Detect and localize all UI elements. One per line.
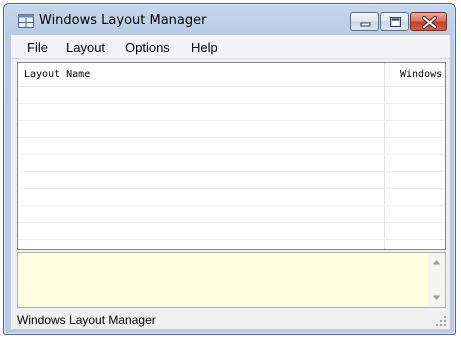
empty-row xyxy=(18,172,445,189)
title-bar[interactable]: Windows Layout Manager xyxy=(4,4,455,34)
scroll-down-arrow-icon[interactable] xyxy=(432,295,441,301)
scroll-up-arrow-icon[interactable] xyxy=(432,259,441,265)
close-icon xyxy=(422,16,437,29)
menu-options[interactable]: Options xyxy=(125,40,170,55)
menu-layout[interactable]: Layout xyxy=(66,40,105,55)
menu-help[interactable]: Help xyxy=(191,40,218,55)
empty-row xyxy=(18,155,445,172)
status-bar: Windows Layout Manager xyxy=(11,310,450,329)
maximize-button[interactable] xyxy=(380,12,409,31)
minimize-icon xyxy=(360,22,371,27)
list-header: Layout Name Windows xyxy=(18,63,445,87)
empty-row xyxy=(18,87,445,104)
close-button[interactable] xyxy=(410,12,447,31)
empty-row xyxy=(18,223,445,240)
app-window: Windows Layout Manager File Layout Optio… xyxy=(3,3,456,335)
empty-row xyxy=(18,138,445,155)
layout-list[interactable]: Layout Name Windows xyxy=(17,62,446,250)
window-title: Windows Layout Manager xyxy=(39,13,207,28)
empty-row xyxy=(18,104,445,121)
info-vertical-scrollbar[interactable] xyxy=(428,253,445,307)
maximize-icon xyxy=(390,17,401,27)
empty-row xyxy=(18,121,445,138)
menu-bar: File Layout Options Help xyxy=(11,35,450,59)
empty-row xyxy=(18,189,445,206)
column-header-layout-name[interactable]: Layout Name xyxy=(24,69,90,80)
resize-grip-icon[interactable] xyxy=(436,316,447,327)
status-text: Windows Layout Manager xyxy=(17,313,156,327)
menu-file[interactable]: File xyxy=(27,40,48,55)
minimize-button[interactable] xyxy=(350,12,379,31)
info-panel[interactable] xyxy=(17,252,446,308)
empty-row xyxy=(18,206,445,223)
client-area: File Layout Options Help Layout Name Win… xyxy=(11,35,450,329)
column-header-windows[interactable]: Windows xyxy=(400,69,442,80)
app-layout-icon xyxy=(18,14,34,28)
